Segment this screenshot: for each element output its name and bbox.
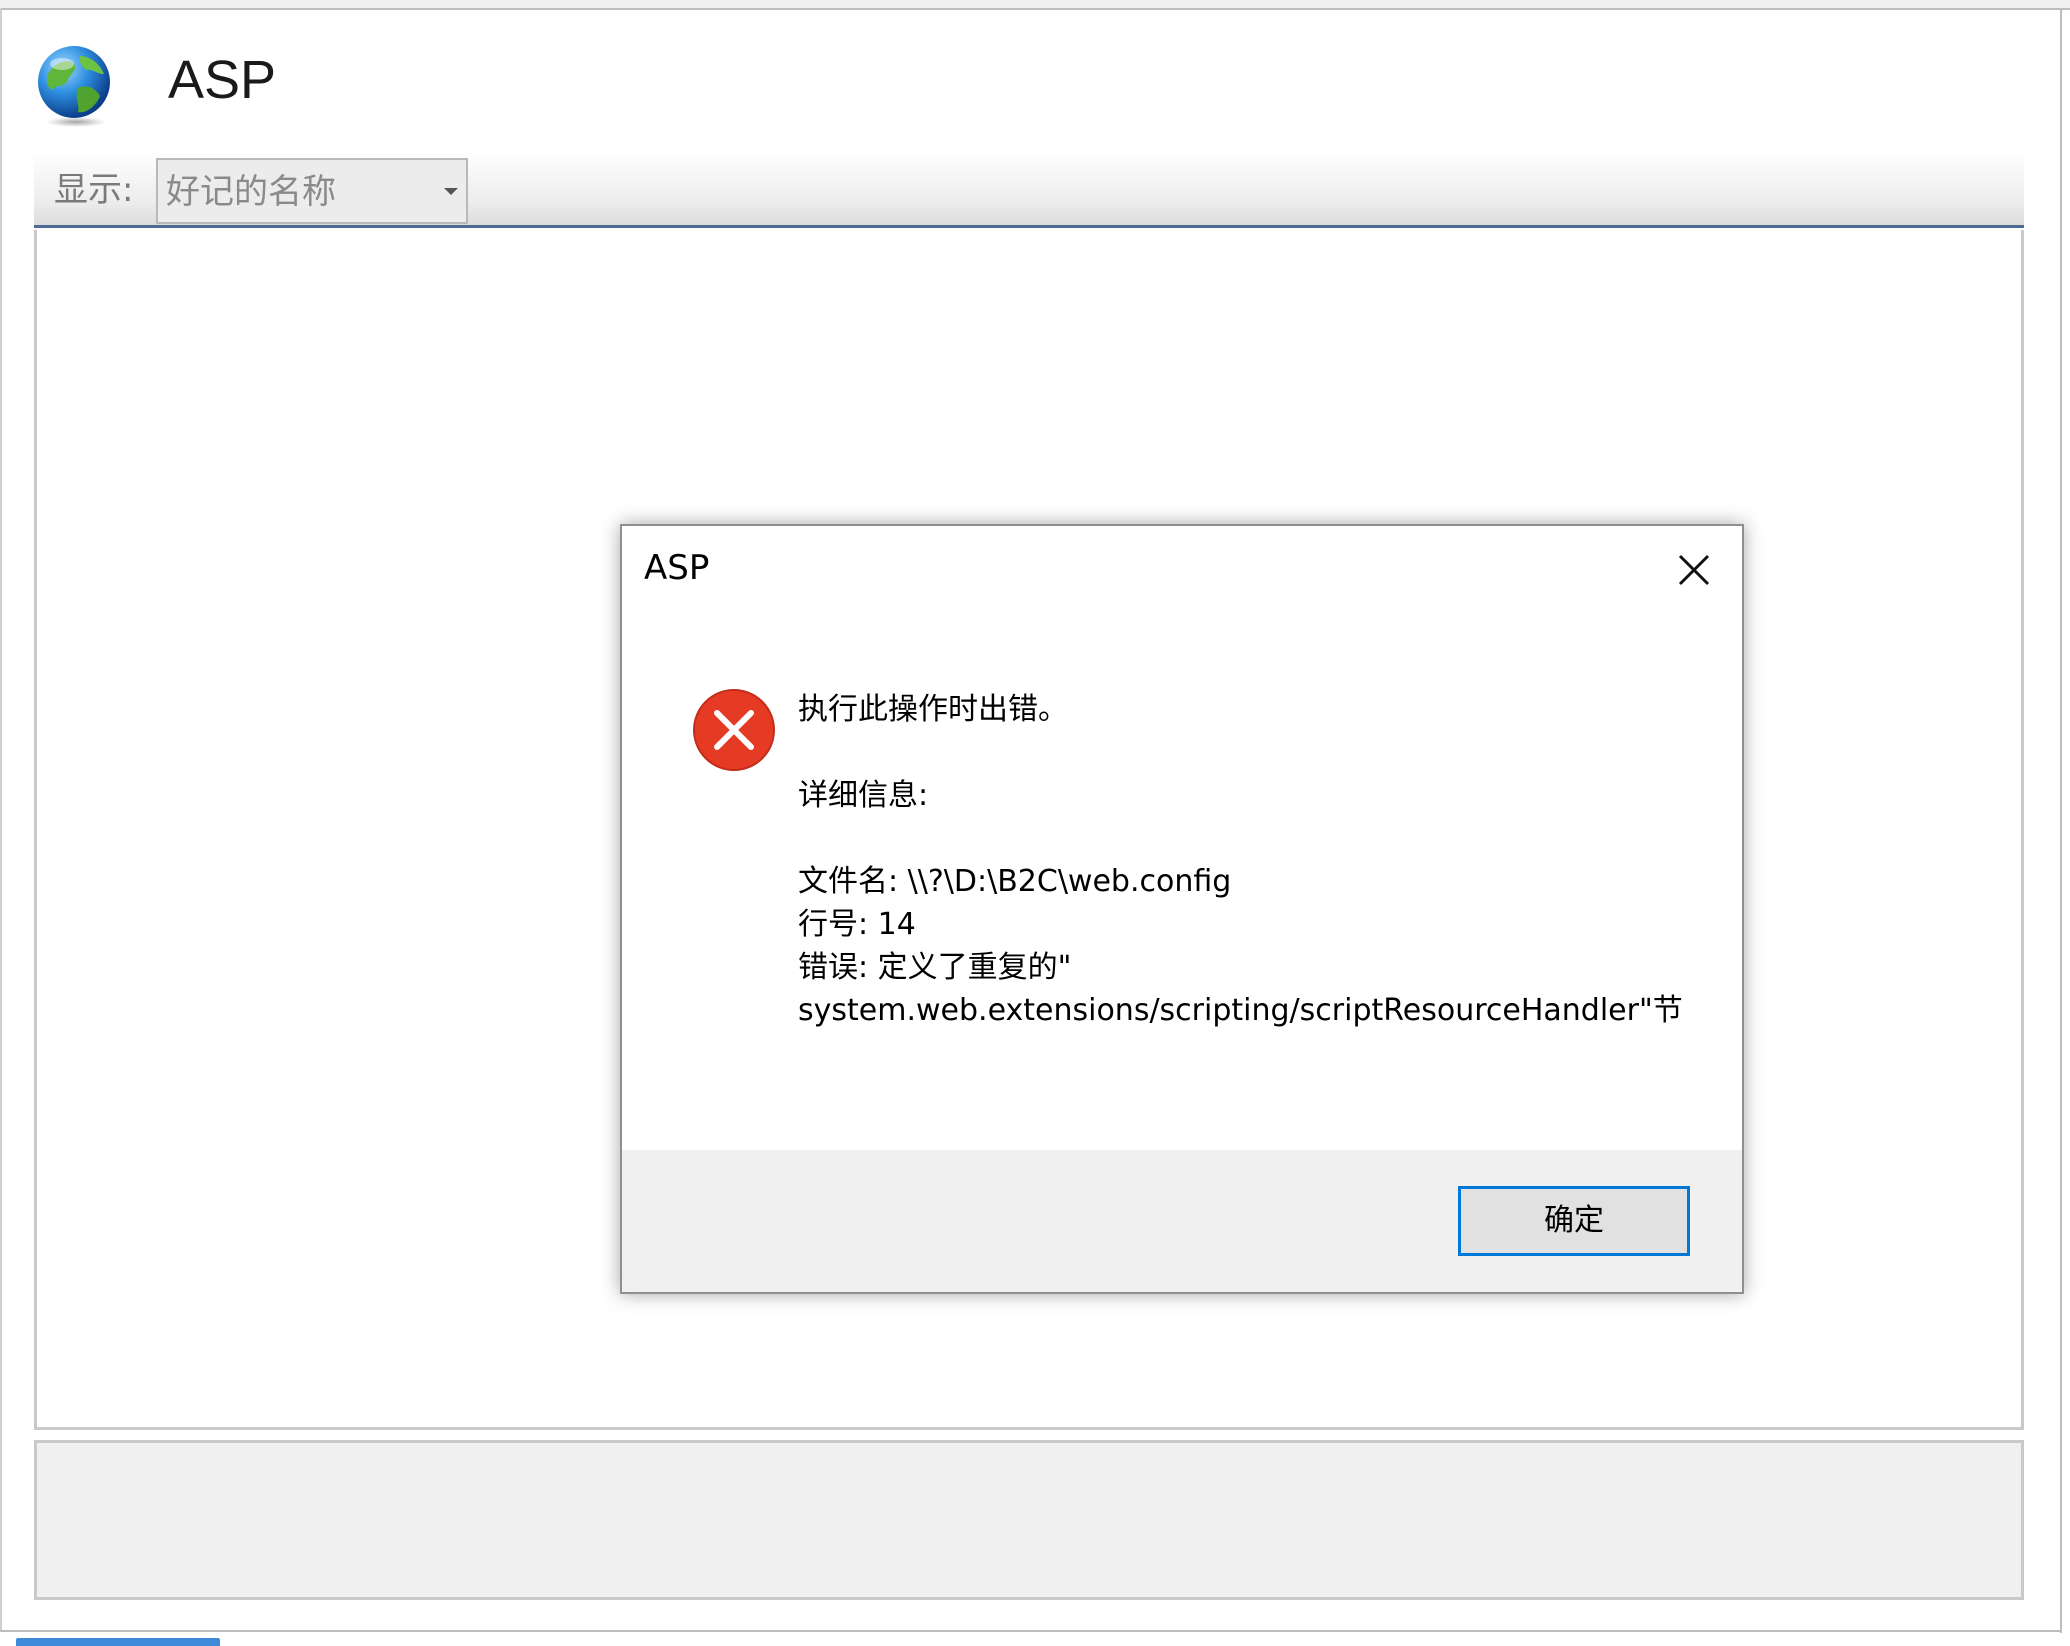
error-line-2: system.web.extensions/scripting/scriptRe… (798, 993, 1683, 1028)
ok-button[interactable]: 确定 (1458, 1186, 1690, 1256)
dialog-title: ASP (644, 548, 710, 588)
show-label: 显示: (54, 170, 134, 210)
toolbar: 显示: 好记的名称 (34, 152, 2024, 228)
page-title: ASP (168, 50, 277, 110)
details-label: 详细信息: (798, 778, 929, 813)
error-icon (693, 689, 775, 771)
message-spacer (798, 731, 1718, 774)
view-select[interactable]: 好记的名称 (156, 158, 468, 224)
main-window: ASP 显示: 好记的名称 ASP 执行此操作时出错。 详细信息: 文件名: \… (0, 0, 2070, 1646)
window-left-border (0, 8, 2, 1632)
close-icon[interactable] (1676, 552, 1712, 588)
error-message: 执行此操作时出错。 详细信息: 文件名: \\?\D:\B2C\web.conf… (798, 688, 1718, 1032)
window-bottom-border (0, 1630, 2062, 1632)
bottom-tab[interactable] (16, 1638, 220, 1646)
status-pane (34, 1440, 2024, 1600)
message-spacer (798, 817, 1718, 860)
window-top-border (0, 0, 2070, 10)
chevron-down-icon (444, 188, 458, 195)
filename-line: 文件名: \\?\D:\B2C\web.config (798, 864, 1232, 899)
error-dialog: ASP 执行此操作时出错。 详细信息: 文件名: \\?\D:\B2C\web.… (620, 524, 1744, 1294)
line-number-line: 行号: 14 (798, 907, 916, 942)
error-line-1: 错误: 定义了重复的" (798, 950, 1072, 985)
window-right-border (2060, 8, 2062, 1633)
view-select-value: 好记的名称 (166, 172, 336, 212)
message-headline: 执行此操作时出错。 (798, 692, 1068, 727)
dialog-footer: 确定 (622, 1150, 1742, 1292)
globe-icon (38, 46, 110, 127)
